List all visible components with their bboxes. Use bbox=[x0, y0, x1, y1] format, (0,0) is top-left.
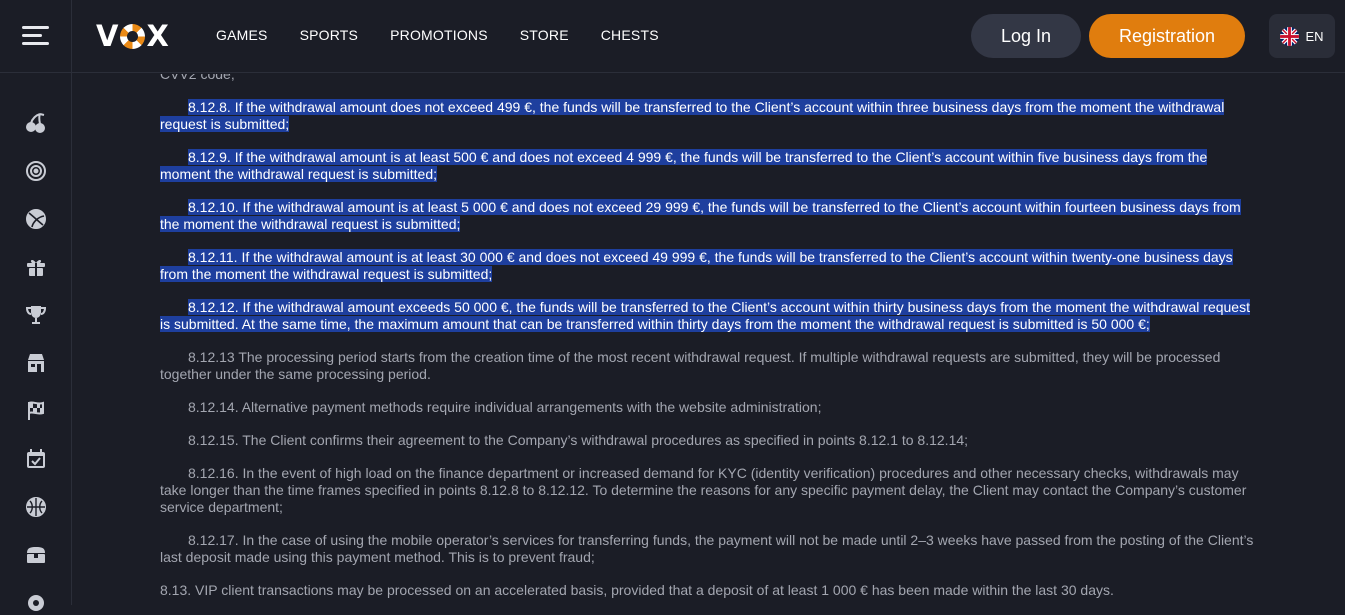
nav-sports[interactable]: SPORTS bbox=[300, 27, 359, 43]
paragraph-8-12-15: 8.12.15. The Client confirms their agree… bbox=[188, 432, 969, 448]
logo-letter-v: V bbox=[96, 19, 120, 53]
sidebar bbox=[0, 74, 71, 611]
menu-icon[interactable] bbox=[22, 24, 49, 48]
logo-letter-x: X bbox=[146, 19, 170, 53]
paragraph-8-13: 8.13. VIP client transactions may be pro… bbox=[160, 582, 1114, 598]
basketball-icon[interactable] bbox=[24, 207, 48, 231]
language-label: EN bbox=[1305, 28, 1324, 44]
paragraph-8-12-14: 8.12.14. Alternative payment methods req… bbox=[188, 399, 822, 415]
main-nav: GAMES SPORTS PROMOTIONS STORE CHESTS bbox=[216, 27, 691, 43]
terms-content: CVV2 code; 8.12.8. If the withdrawal amo… bbox=[160, 74, 1260, 605]
store-icon[interactable] bbox=[24, 351, 48, 375]
registration-button[interactable]: Registration bbox=[1089, 14, 1245, 58]
treasure-chest-icon[interactable] bbox=[24, 543, 48, 567]
nav-store[interactable]: STORE bbox=[520, 27, 569, 43]
nav-chests[interactable]: CHESTS bbox=[601, 27, 659, 43]
racing-flag-icon[interactable] bbox=[24, 399, 48, 423]
paragraph-8-12-8: 8.12.8. If the withdrawal amount does no… bbox=[160, 99, 1225, 132]
target-icon[interactable] bbox=[24, 159, 48, 183]
vox-logo[interactable]: V X bbox=[96, 19, 170, 53]
uk-flag-icon bbox=[1280, 26, 1300, 46]
settings-icon[interactable] bbox=[24, 591, 48, 615]
paragraph-8-12-11: 8.12.11. If the withdrawal amount is at … bbox=[160, 249, 1233, 282]
paragraph-8-12-12: 8.12.12. If the withdrawal amount exceed… bbox=[160, 299, 1250, 332]
cherries-icon[interactable] bbox=[24, 111, 48, 135]
nav-promotions[interactable]: PROMOTIONS bbox=[390, 27, 488, 43]
trophy-icon[interactable] bbox=[24, 303, 48, 327]
calendar-check-icon[interactable] bbox=[24, 447, 48, 471]
paragraph-8-12-16: 8.12.16. In the event of high load on th… bbox=[160, 465, 1247, 515]
paragraph-8-12-13: 8.12.13 The processing period starts fro… bbox=[160, 349, 1221, 382]
paragraph-8-12-9: 8.12.9. If the withdrawal amount is at l… bbox=[160, 149, 1208, 182]
top-header: V X GAMES SPORTS PROMOTIONS STORE CHESTS… bbox=[0, 0, 1345, 73]
login-button[interactable]: Log In bbox=[971, 14, 1081, 58]
nav-games[interactable]: GAMES bbox=[216, 27, 268, 43]
language-selector[interactable]: EN bbox=[1269, 14, 1335, 58]
logo-chip-icon bbox=[120, 23, 146, 49]
paragraph-8-12-10: 8.12.10. If the withdrawal amount is at … bbox=[160, 199, 1241, 232]
clipped-line: CVV2 code; bbox=[160, 74, 235, 82]
paragraph-8-12-17: 8.12.17. In the case of using the mobile… bbox=[160, 532, 1254, 565]
sidebar-divider bbox=[71, 0, 72, 605]
sports-ball-icon[interactable] bbox=[24, 495, 48, 519]
gift-icon[interactable] bbox=[24, 255, 48, 279]
